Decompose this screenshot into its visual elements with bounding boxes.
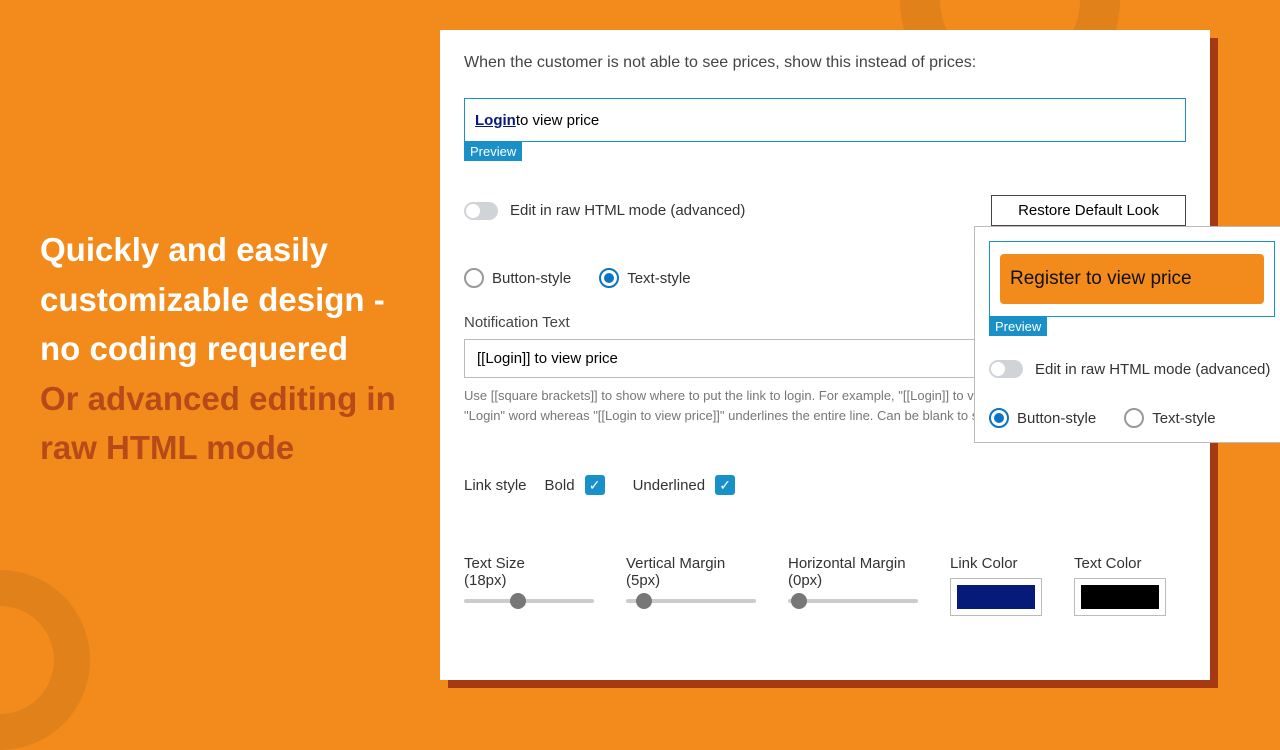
horizontal-margin-label: Horizontal Margin xyxy=(788,555,918,572)
horizontal-margin-block: Horizontal Margin (0px) xyxy=(788,555,918,603)
link-color-label: Link Color xyxy=(950,555,1042,572)
horizontal-margin-value: (0px) xyxy=(788,572,918,589)
promo-line-2: Or advanced editing in raw HTML mode xyxy=(40,380,396,467)
raw-html-toggle-label: Edit in raw HTML mode (advanced) xyxy=(510,202,745,219)
raw-html-toggle[interactable] xyxy=(464,202,498,220)
vertical-margin-label: Vertical Margin xyxy=(626,555,756,572)
link-color-picker[interactable] xyxy=(950,578,1042,616)
alt-preview-tag: Preview xyxy=(989,317,1047,336)
underlined-label: Underlined xyxy=(633,477,706,494)
radio-button-style[interactable] xyxy=(464,268,484,288)
bold-checkbox[interactable]: ✓ xyxy=(585,475,605,495)
vertical-margin-value: (5px) xyxy=(626,572,756,589)
alt-raw-html-toggle-label: Edit in raw HTML mode (advanced) xyxy=(1035,361,1270,378)
register-button[interactable]: Register to view price xyxy=(1000,254,1264,304)
text-color-block: Text Color xyxy=(1074,555,1166,616)
radio-button-style-label: Button-style xyxy=(492,270,571,287)
alt-radio-text-style-label: Text-style xyxy=(1152,410,1215,427)
promo-line-1: Quickly and easily customizable design -… xyxy=(40,231,385,367)
preview-tag: Preview xyxy=(464,142,522,161)
text-color-swatch xyxy=(1081,585,1159,609)
link-style-label: Link style xyxy=(464,477,527,494)
slider-thumb[interactable] xyxy=(636,593,652,609)
preview-box: Login to view price xyxy=(464,98,1186,142)
vertical-margin-slider[interactable] xyxy=(626,599,756,603)
text-color-picker[interactable] xyxy=(1074,578,1166,616)
link-color-swatch xyxy=(957,585,1035,609)
section-heading: When the customer is not able to see pri… xyxy=(464,54,1186,72)
alt-radio-button-style-label: Button-style xyxy=(1017,410,1096,427)
alt-preview-card: Register to view price Preview Edit in r… xyxy=(974,226,1280,443)
text-size-label: Text Size xyxy=(464,555,594,572)
preview-login-link[interactable]: Login xyxy=(475,112,516,129)
underlined-checkbox[interactable]: ✓ xyxy=(715,475,735,495)
slider-thumb[interactable] xyxy=(791,593,807,609)
radio-text-style-label: Text-style xyxy=(627,270,690,287)
alt-radio-text-style[interactable] xyxy=(1124,408,1144,428)
link-color-block: Link Color xyxy=(950,555,1042,616)
decorative-arc xyxy=(0,570,90,750)
preview-rest-text: to view price xyxy=(516,112,599,129)
bold-label: Bold xyxy=(545,477,575,494)
horizontal-margin-slider[interactable] xyxy=(788,599,918,603)
alt-raw-html-toggle[interactable] xyxy=(989,360,1023,378)
text-color-label: Text Color xyxy=(1074,555,1166,572)
slider-thumb[interactable] xyxy=(510,593,526,609)
alt-radio-button-style[interactable] xyxy=(989,408,1009,428)
promo-headline: Quickly and easily customizable design -… xyxy=(40,225,410,473)
text-size-value: (18px) xyxy=(464,572,594,589)
radio-text-style[interactable] xyxy=(599,268,619,288)
restore-default-button[interactable]: Restore Default Look xyxy=(991,195,1186,226)
text-size-slider[interactable] xyxy=(464,599,594,603)
vertical-margin-block: Vertical Margin (5px) xyxy=(626,555,756,603)
alt-preview-box: Register to view price xyxy=(989,241,1275,317)
text-size-block: Text Size (18px) xyxy=(464,555,594,603)
